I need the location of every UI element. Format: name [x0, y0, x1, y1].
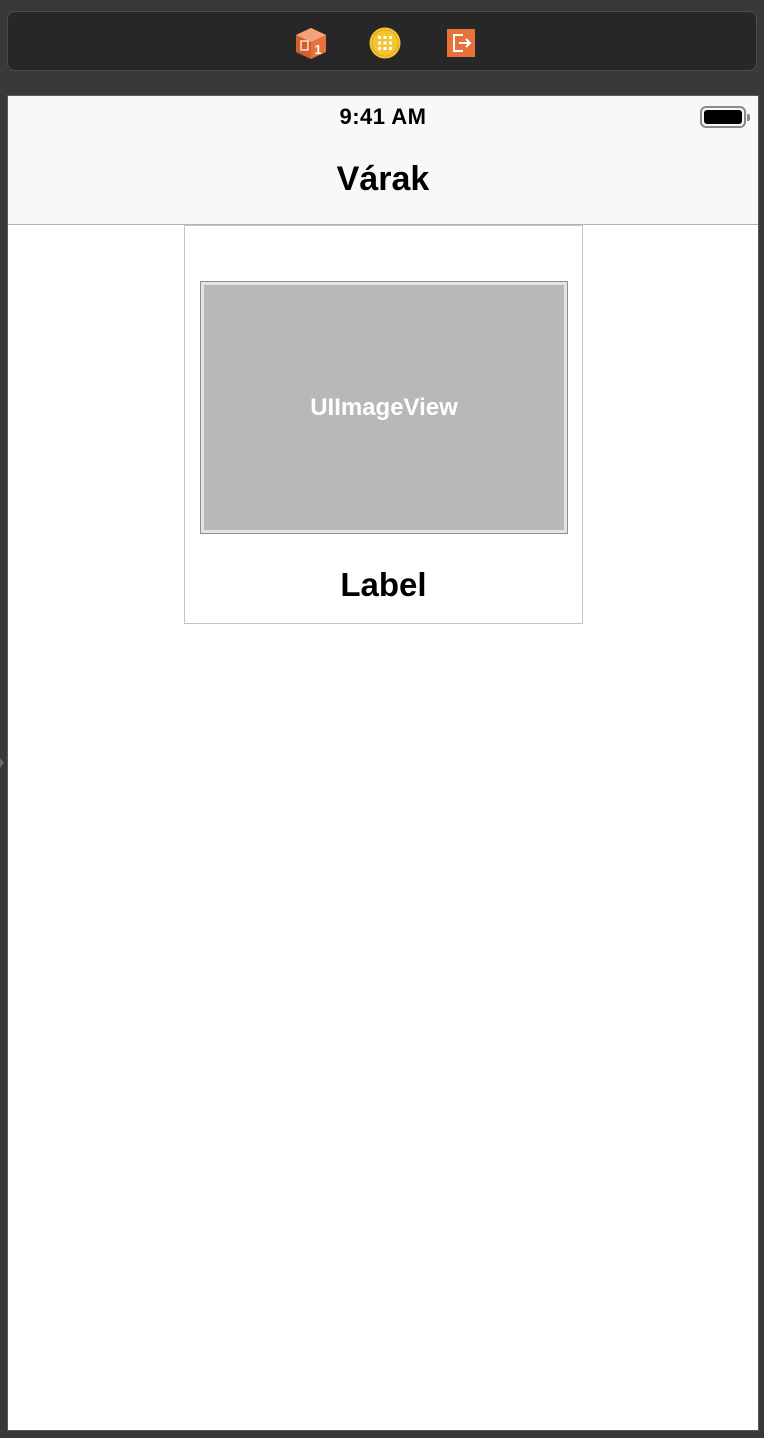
navigation-bar: 9:41 AM Várak [8, 96, 758, 225]
first-responder-icon[interactable] [369, 27, 401, 59]
view-controller-number: 1 [314, 42, 321, 57]
status-bar-time: 9:41 AM [339, 104, 427, 129]
battery-icon [700, 106, 750, 128]
cell-label[interactable]: Label [185, 566, 582, 604]
navigation-title[interactable]: Várak [8, 160, 758, 199]
scene-dock: 1 [7, 11, 757, 71]
entry-point-arrow [0, 758, 4, 768]
image-view[interactable]: UIImageView [200, 281, 568, 534]
device-screen: 9:41 AM Várak UIImageView Label [7, 95, 759, 1431]
view-controller-icon[interactable]: 1 [295, 27, 327, 59]
exit-icon[interactable] [445, 27, 477, 59]
collection-view-cell[interactable]: UIImageView Label [184, 225, 583, 624]
image-view-placeholder: UIImageView [310, 393, 458, 421]
storyboard-canvas: 1 9:41 AM Várak UIImageView Label [0, 0, 764, 1438]
